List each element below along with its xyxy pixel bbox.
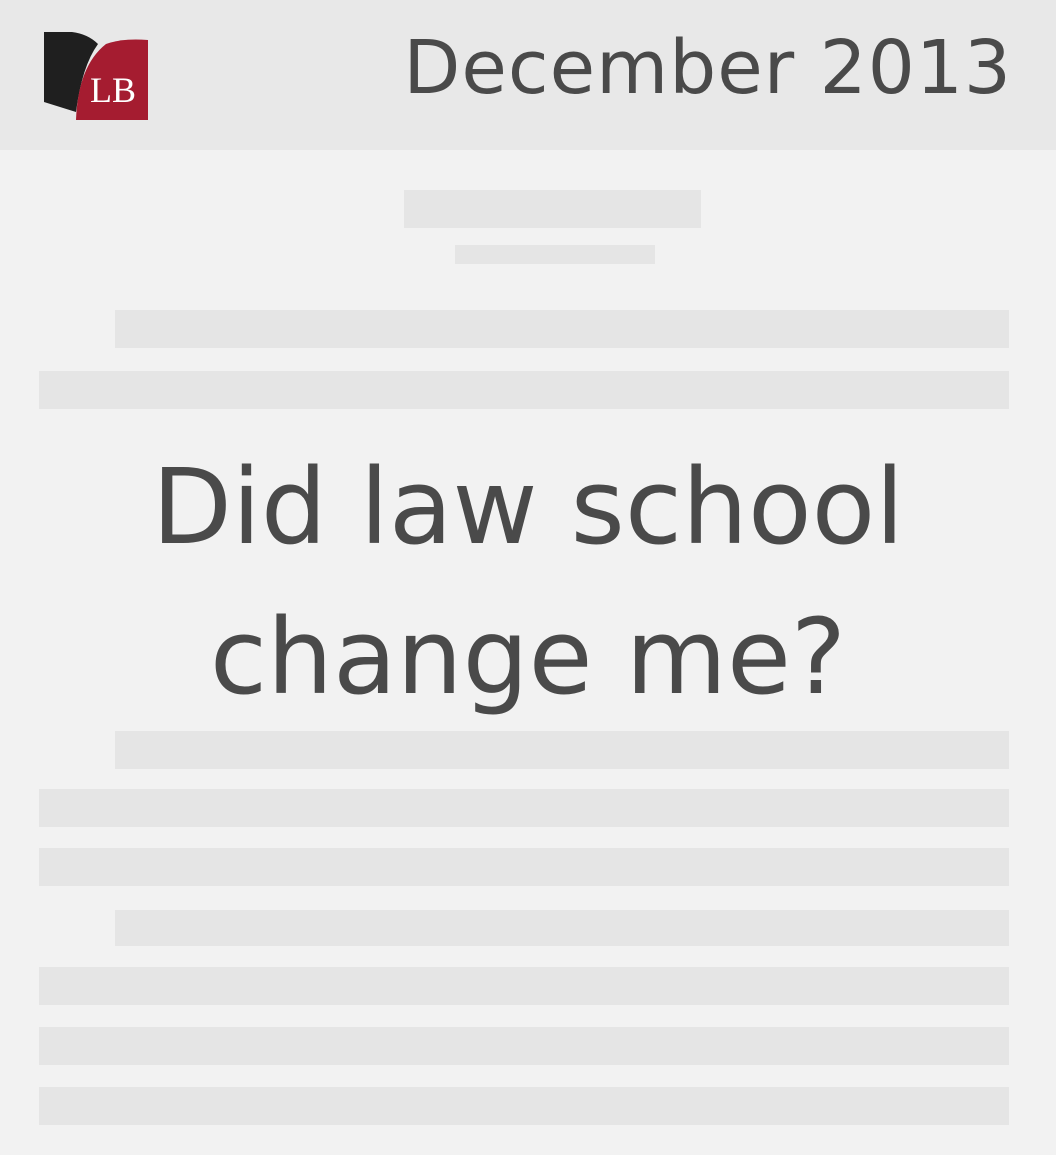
logo-text: LB [90, 70, 136, 110]
headline-line-1: Did law school [151, 446, 905, 568]
placeholder-line [39, 848, 1009, 886]
placeholder-line [39, 1087, 1009, 1125]
page-header: LB December 2013 [0, 0, 1056, 150]
placeholder-subtitle-bar [455, 245, 655, 264]
placeholder-line [39, 967, 1009, 1005]
issue-date: December 2013 [403, 25, 1012, 111]
article-headline: Did law school change me? [40, 432, 1016, 732]
placeholder-line [115, 910, 1009, 946]
lb-logo: LB [42, 30, 152, 122]
placeholder-title-bar [404, 190, 701, 228]
placeholder-line [39, 1027, 1009, 1065]
lb-logo-mark: LB [44, 32, 148, 120]
placeholder-line [39, 371, 1009, 409]
placeholder-line [39, 789, 1009, 827]
placeholder-line [115, 731, 1009, 769]
placeholder-line [115, 310, 1009, 348]
headline-line-2: change me? [209, 596, 847, 718]
